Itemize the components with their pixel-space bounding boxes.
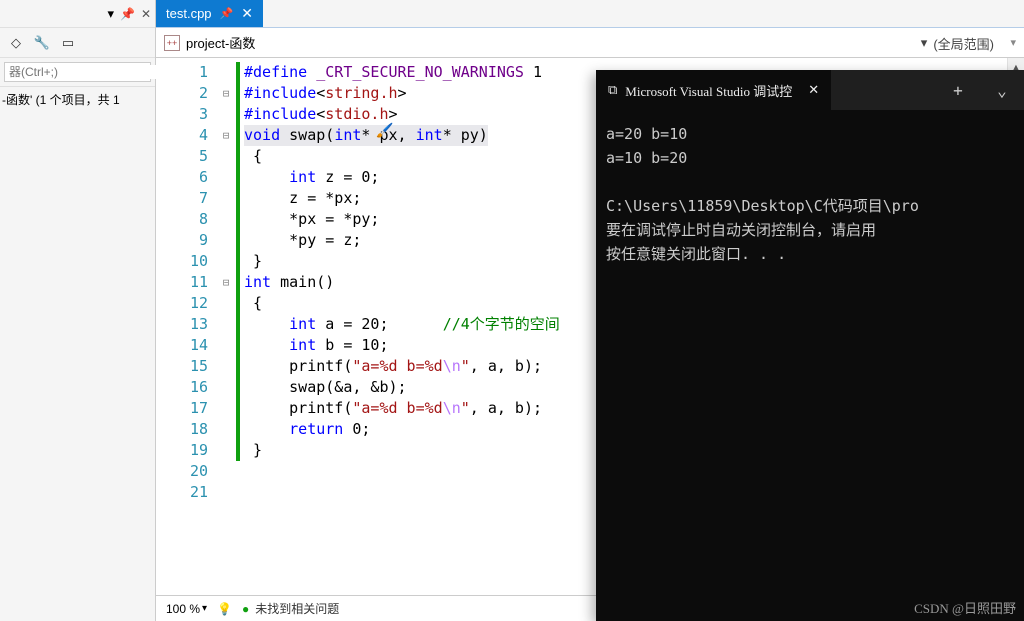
line-number-gutter: 123456789101112131415161718192021 <box>156 58 216 595</box>
terminal-output[interactable]: a=20 b=10 a=10 b=20 C:\Users\11859\Deskt… <box>596 110 1024 278</box>
new-tab-button[interactable]: + <box>936 70 980 110</box>
zoom-control[interactable]: 100 % ▾ <box>166 602 207 616</box>
zoom-value: 100 % <box>166 602 200 616</box>
panel-icon-row: ◇ 🔧 ▭ <box>0 28 155 58</box>
brush-icon: 🖌️ <box>376 123 393 139</box>
fold-column[interactable]: ⊟ ⊟ ⊟ <box>216 58 236 595</box>
dropdown-arrow-icon[interactable]: ▾ <box>107 6 114 22</box>
pin-tab-icon[interactable]: 📌 <box>220 7 234 20</box>
lightbulb-icon[interactable]: 💡 <box>217 602 232 616</box>
cpp-project-icon: ++ <box>164 35 180 51</box>
breadcrumb-bar: ++ project-函数 ▾ <box>156 28 1024 58</box>
tab-bar: test.cpp 📌 ✕ <box>156 0 1024 28</box>
breadcrumb-text[interactable]: project-函数 <box>186 33 1004 52</box>
tab-label: test.cpp <box>166 6 212 21</box>
terminal-icon: ⧉ <box>608 82 617 98</box>
terminal-titlebar[interactable]: ⧉ Microsoft Visual Studio 调试控 ✕ + ⌄ <box>596 70 1024 110</box>
layout-icon[interactable]: ▭ <box>58 33 78 53</box>
terminal-controls: + ⌄ <box>936 70 1024 110</box>
watermark: CSDN @日照田野 <box>914 598 1016 617</box>
issues-text: 未找到相关问题 <box>255 600 339 617</box>
debug-console-window: ⧉ Microsoft Visual Studio 调试控 ✕ + ⌄ a=20… <box>596 70 1024 621</box>
panel-toolbar: ▾ 📌 ✕ <box>0 0 155 28</box>
terminal-title: Microsoft Visual Studio 调试控 <box>625 81 792 100</box>
close-tab-icon[interactable]: ✕ <box>241 5 253 22</box>
zoom-dropdown-icon[interactable]: ▾ <box>202 603 207 614</box>
terminal-tab[interactable]: ⧉ Microsoft Visual Studio 调试控 ✕ <box>596 70 831 110</box>
issues-status[interactable]: ● 未找到相关问题 <box>242 600 339 617</box>
wrench-icon[interactable]: 🔧 <box>32 33 52 53</box>
tree-item-label[interactable]: -函数' (1 个项目，共 1 <box>2 93 120 107</box>
pin-icon[interactable]: 📌 <box>120 7 135 21</box>
tab-test-cpp[interactable]: test.cpp 📌 ✕ <box>156 0 263 27</box>
check-icon: ● <box>242 602 249 616</box>
scope-label: (全局范围) <box>933 34 994 53</box>
terminal-menu-icon[interactable]: ⌄ <box>980 70 1024 110</box>
search-input[interactable]: 🔍 ▾ <box>4 62 151 82</box>
search-field[interactable] <box>9 65 164 79</box>
terminal-tab-close-icon[interactable]: ✕ <box>808 82 819 98</box>
solution-tree[interactable]: -函数' (1 个项目，共 1 <box>0 87 155 112</box>
close-icon[interactable]: ✕ <box>141 7 151 21</box>
search-container: 🔍 ▾ <box>0 58 155 87</box>
nav-arrows-icon[interactable]: ◇ <box>6 33 26 53</box>
solution-explorer-panel: ▾ 📌 ✕ ◇ 🔧 ▭ 🔍 ▾ -函数' (1 个项目，共 1 <box>0 0 156 621</box>
scope-dropdown[interactable]: ▾ (全局范围) <box>921 28 1024 58</box>
